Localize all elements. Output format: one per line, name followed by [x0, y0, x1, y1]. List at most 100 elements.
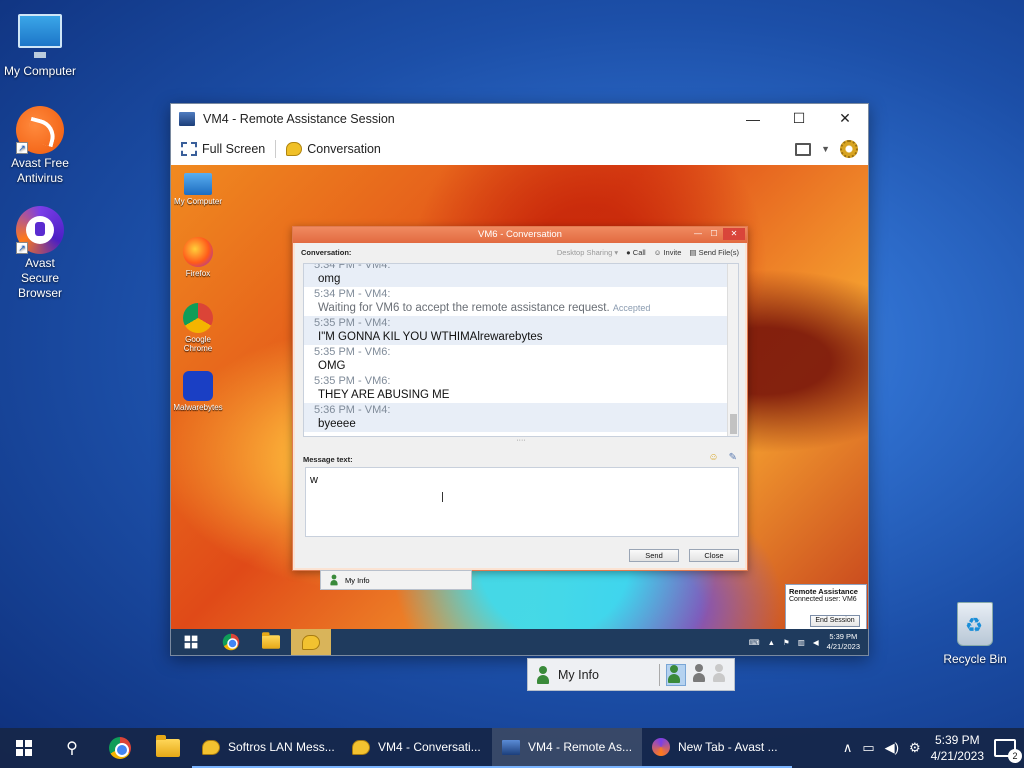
taskbar-remote-assistance[interactable]: VM4 - Remote As...	[492, 728, 642, 768]
taskbar-chrome[interactable]	[96, 728, 144, 768]
remote-start-button[interactable]	[171, 629, 211, 655]
remote-icon-malwarebytes[interactable]: Malwarebytes	[171, 371, 225, 412]
desktop-icon-avast-antivirus[interactable]: ↗ Avast Free Antivirus	[0, 106, 80, 186]
title-bar[interactable]: VM4 - Remote Assistance Session — ☐ ✕	[171, 104, 868, 133]
message-item: 5:35 PM - VM6: THEY ARE ABUSING ME	[304, 374, 738, 403]
conversation-log[interactable]: 5:34 PM - VM4: omg 5:34 PM - VM4: Waitin…	[303, 263, 739, 437]
close-conversation-button[interactable]: Close	[689, 549, 739, 562]
conversation-title-bar[interactable]: VM6 - Conversation — ☐ ✕	[293, 227, 747, 243]
tray-chevron-icon[interactable]: ▲	[768, 638, 775, 647]
my-info-bar[interactable]: My Info	[527, 658, 735, 691]
remote-desktop-view[interactable]: My Computer Firefox Google Chrome Malwar…	[171, 165, 868, 655]
volume-icon[interactable]: ◀)	[885, 740, 899, 756]
remote-icon-my-computer[interactable]: My Computer	[171, 173, 225, 206]
clock-time: 5:39 PM	[934, 733, 980, 747]
my-info-label: My Info	[558, 667, 599, 682]
desktop-sharing-button[interactable]: Desktop Sharing ▾	[557, 248, 618, 257]
user-status-icon	[536, 665, 550, 684]
remote-chrome-icon[interactable]	[211, 629, 251, 655]
message-input[interactable]: w	[305, 467, 739, 537]
task-label: VM4 - Remote As...	[528, 740, 633, 754]
end-session-button[interactable]: End Session	[810, 615, 860, 627]
send-button[interactable]: Send	[629, 549, 679, 562]
conversation-button[interactable]: Conversation	[286, 142, 389, 156]
keyboard-icon[interactable]: ⌨	[749, 638, 760, 647]
recycle-bin-icon	[957, 602, 993, 646]
message-header: 5:35 PM - VM4:	[314, 317, 391, 329]
remote-folder-icon[interactable]	[251, 629, 291, 655]
avast-browser-icon	[652, 738, 670, 756]
remote-icon-chrome[interactable]: Google Chrome	[171, 303, 225, 353]
desktop-icon-my-computer[interactable]: My Computer	[0, 8, 80, 78]
system-message: Waiting for VM6 to accept the remote ass…	[318, 302, 610, 314]
taskbar-conversation[interactable]: VM4 - Conversati...	[342, 728, 492, 768]
emoji-icon[interactable]: ☺	[708, 452, 718, 463]
close-button[interactable]: ✕	[822, 104, 868, 133]
settings-gear-icon[interactable]	[840, 140, 858, 158]
conversation-window: VM6 - Conversation — ☐ ✕ Conversation: D…	[292, 226, 748, 571]
status-offline-icon[interactable]	[712, 663, 726, 682]
status-online-icon[interactable]	[666, 663, 686, 686]
full-screen-button[interactable]: Full Screen	[181, 142, 273, 156]
scrollbar[interactable]	[727, 264, 738, 436]
my-info-label: My Info	[345, 575, 370, 585]
remote-icon-firefox[interactable]: Firefox	[171, 237, 225, 278]
taskbar-softros-messenger[interactable]: Softros LAN Mess...	[192, 728, 342, 768]
settings-gear-icon[interactable]: ⚙	[909, 740, 921, 756]
connected-user: Connected user: VM6	[789, 596, 857, 603]
taskbar-avast-browser[interactable]: New Tab - Avast ...	[642, 728, 792, 768]
user-status-icon	[330, 574, 338, 586]
splitter-handle[interactable]: ····	[303, 437, 739, 445]
call-button[interactable]: ● Call	[626, 248, 646, 257]
start-button[interactable]	[0, 728, 48, 768]
monitor-select-icon[interactable]	[795, 142, 812, 156]
chrome-icon	[183, 303, 213, 333]
maximize-button[interactable]: ☐	[707, 228, 721, 240]
remote-messenger-icon[interactable]	[291, 629, 331, 655]
remote-assistance-window: VM4 - Remote Assistance Session — ☐ ✕ Fu…	[170, 103, 869, 656]
desktop-icon-avast-browser[interactable]: ↗ Avast Secure Browser	[0, 206, 80, 301]
desktop-icon-label: My Computer	[3, 64, 77, 78]
remote-clock[interactable]: 5:39 PM 4/21/2023	[827, 632, 860, 652]
panel-title: Remote Assistance	[789, 587, 858, 596]
invite-button[interactable]: ☺ Invite	[654, 248, 682, 257]
message-item: 5:36 PM - VM4: byeeee	[304, 403, 738, 432]
send-files-button[interactable]: ▤ Send File(s)	[689, 248, 739, 257]
remote-assistance-panel: Remote Assistance Connected user: VM6 En…	[785, 584, 867, 631]
desktop-icon-recycle-bin[interactable]: Recycle Bin	[935, 600, 1015, 666]
full-screen-icon	[181, 142, 197, 156]
message-header: 5:35 PM - VM6:	[314, 375, 391, 387]
invite-label: Invite	[663, 247, 682, 257]
taskbar-file-explorer[interactable]	[144, 728, 192, 768]
network-icon[interactable]: ▥	[798, 638, 805, 647]
status-away-icon[interactable]	[692, 663, 706, 682]
messenger-icon	[202, 739, 220, 755]
scrollbar-thumb[interactable]	[730, 414, 737, 434]
close-button[interactable]: ✕	[723, 228, 745, 240]
remote-icon-label: Firefox	[185, 269, 211, 278]
desktop-icon-label: Avast Secure Browser	[17, 256, 62, 300]
maximize-button[interactable]: ☐	[776, 104, 822, 133]
task-label: New Tab - Avast ...	[678, 740, 778, 754]
search-icon: ⚲	[66, 740, 78, 757]
remote-my-info-bar[interactable]: My Info	[320, 570, 472, 590]
clock-date: 4/21/2023	[930, 749, 984, 763]
minimize-button[interactable]: —	[730, 104, 776, 133]
search-button[interactable]: ⚲	[48, 728, 96, 768]
taskbar-clock[interactable]: 5:39 PM 4/21/2023	[931, 732, 984, 764]
notification-icon[interactable]: 2	[994, 739, 1022, 763]
volume-icon[interactable]: ◀	[813, 638, 819, 647]
chevron-down-icon[interactable]: ▼	[821, 144, 830, 154]
desktop-icon-label: Recycle Bin	[943, 652, 1007, 666]
message-header: 5:36 PM - VM4:	[314, 404, 391, 416]
message-text: OMG	[318, 360, 346, 372]
folder-icon	[156, 735, 180, 757]
conversation-icon	[352, 739, 370, 755]
format-icon[interactable]: ✎	[729, 452, 737, 463]
toolbar-divider	[275, 140, 277, 158]
minimize-button[interactable]: —	[691, 228, 705, 240]
flag-icon[interactable]: ⚑	[783, 638, 790, 647]
message-text: I"M GONNA KIL YOU WTHIMAlrewarebytes	[318, 331, 543, 343]
tray-chevron-icon[interactable]: ∧	[843, 740, 853, 756]
network-icon[interactable]: ▭	[862, 740, 874, 756]
